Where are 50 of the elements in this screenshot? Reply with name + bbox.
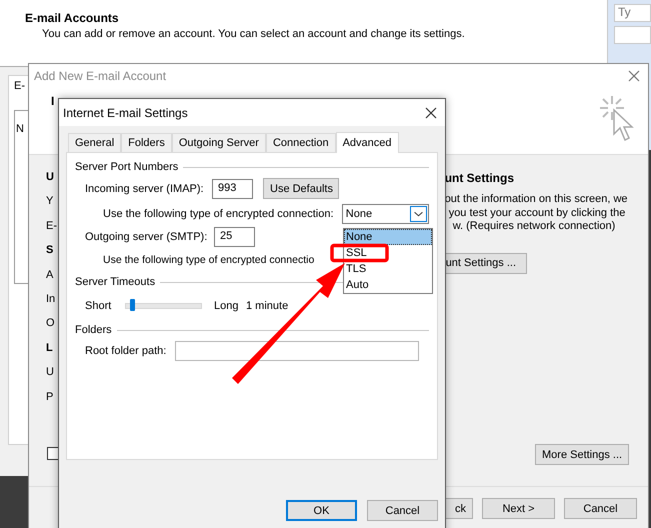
tab[interactable]: Outgoing Server — [172, 133, 266, 152]
slider-thumb[interactable] — [130, 299, 135, 311]
dialog-title: Internet E-mail Settings — [63, 106, 188, 120]
slider-label: Short — [85, 300, 112, 312]
next-button[interactable]: Next > — [482, 498, 555, 519]
section-heading: L — [46, 342, 54, 356]
field-label: P — [46, 390, 54, 405]
field-label: Use the following type of encrypted connectio — [103, 254, 316, 266]
tab[interactable]: Folders — [121, 133, 172, 152]
dialog-title: Add New E-mail Account — [34, 69, 166, 83]
group-label: Server Timeouts — [75, 276, 156, 288]
cursor-click-icon — [598, 94, 636, 144]
search-field[interactable]: Ty — [614, 4, 651, 22]
group-label: Folders — [75, 324, 112, 336]
cancel-button[interactable]: Cancel — [564, 498, 637, 519]
encryption-dropdown[interactable]: None — [342, 204, 429, 224]
info-text: w. (Requires network connection) — [452, 220, 616, 234]
field-label: E- — [46, 220, 58, 234]
section-title: E-mail Accounts — [25, 11, 120, 25]
section-heading: S — [46, 244, 54, 258]
field-label: U — [46, 366, 55, 380]
timeout-value: 1 minute — [246, 300, 290, 312]
use-defaults-button[interactable]: Use Defaults — [263, 178, 339, 199]
field-label: Root folder path: — [85, 345, 168, 357]
port-field[interactable]: 25 — [214, 227, 255, 247]
field-label: Use the following type of encrypted connection: — [103, 208, 335, 220]
root-folder-field[interactable] — [175, 341, 419, 361]
group-label: Server Port Numbers — [75, 161, 178, 173]
description-text: You can add or remove an account. You can select an account and change its settings. — [41, 28, 466, 40]
field-label: In — [46, 292, 56, 307]
cancel-button[interactable]: Cancel — [367, 500, 438, 521]
tab[interactable]: Connection — [266, 133, 336, 152]
ok-button[interactable]: OK — [286, 500, 357, 521]
highlight-box — [330, 244, 389, 262]
tab[interactable]: Advanced — [336, 132, 399, 153]
tab[interactable]: General — [68, 133, 122, 152]
more-settings-button[interactable]: More Settings ... — [535, 444, 630, 465]
port-field[interactable]: 993 — [212, 178, 253, 198]
info-text: you test your account by clicking the — [448, 206, 626, 220]
field-label: Y — [46, 195, 54, 210]
field-label: Outgoing server (SMTP): — [85, 231, 208, 243]
slider-label: Long — [214, 300, 240, 312]
section-heading: U — [46, 171, 55, 185]
dropdown-option[interactable]: None — [344, 229, 432, 245]
chevron-icon[interactable] — [410, 206, 427, 222]
section-heading: unt Settings — [444, 171, 516, 185]
close-icon[interactable] — [425, 106, 437, 118]
header-text: I — [50, 93, 56, 108]
field-label: Incoming server (IMAP): — [85, 182, 205, 194]
dropdown-field[interactable] — [614, 26, 651, 44]
